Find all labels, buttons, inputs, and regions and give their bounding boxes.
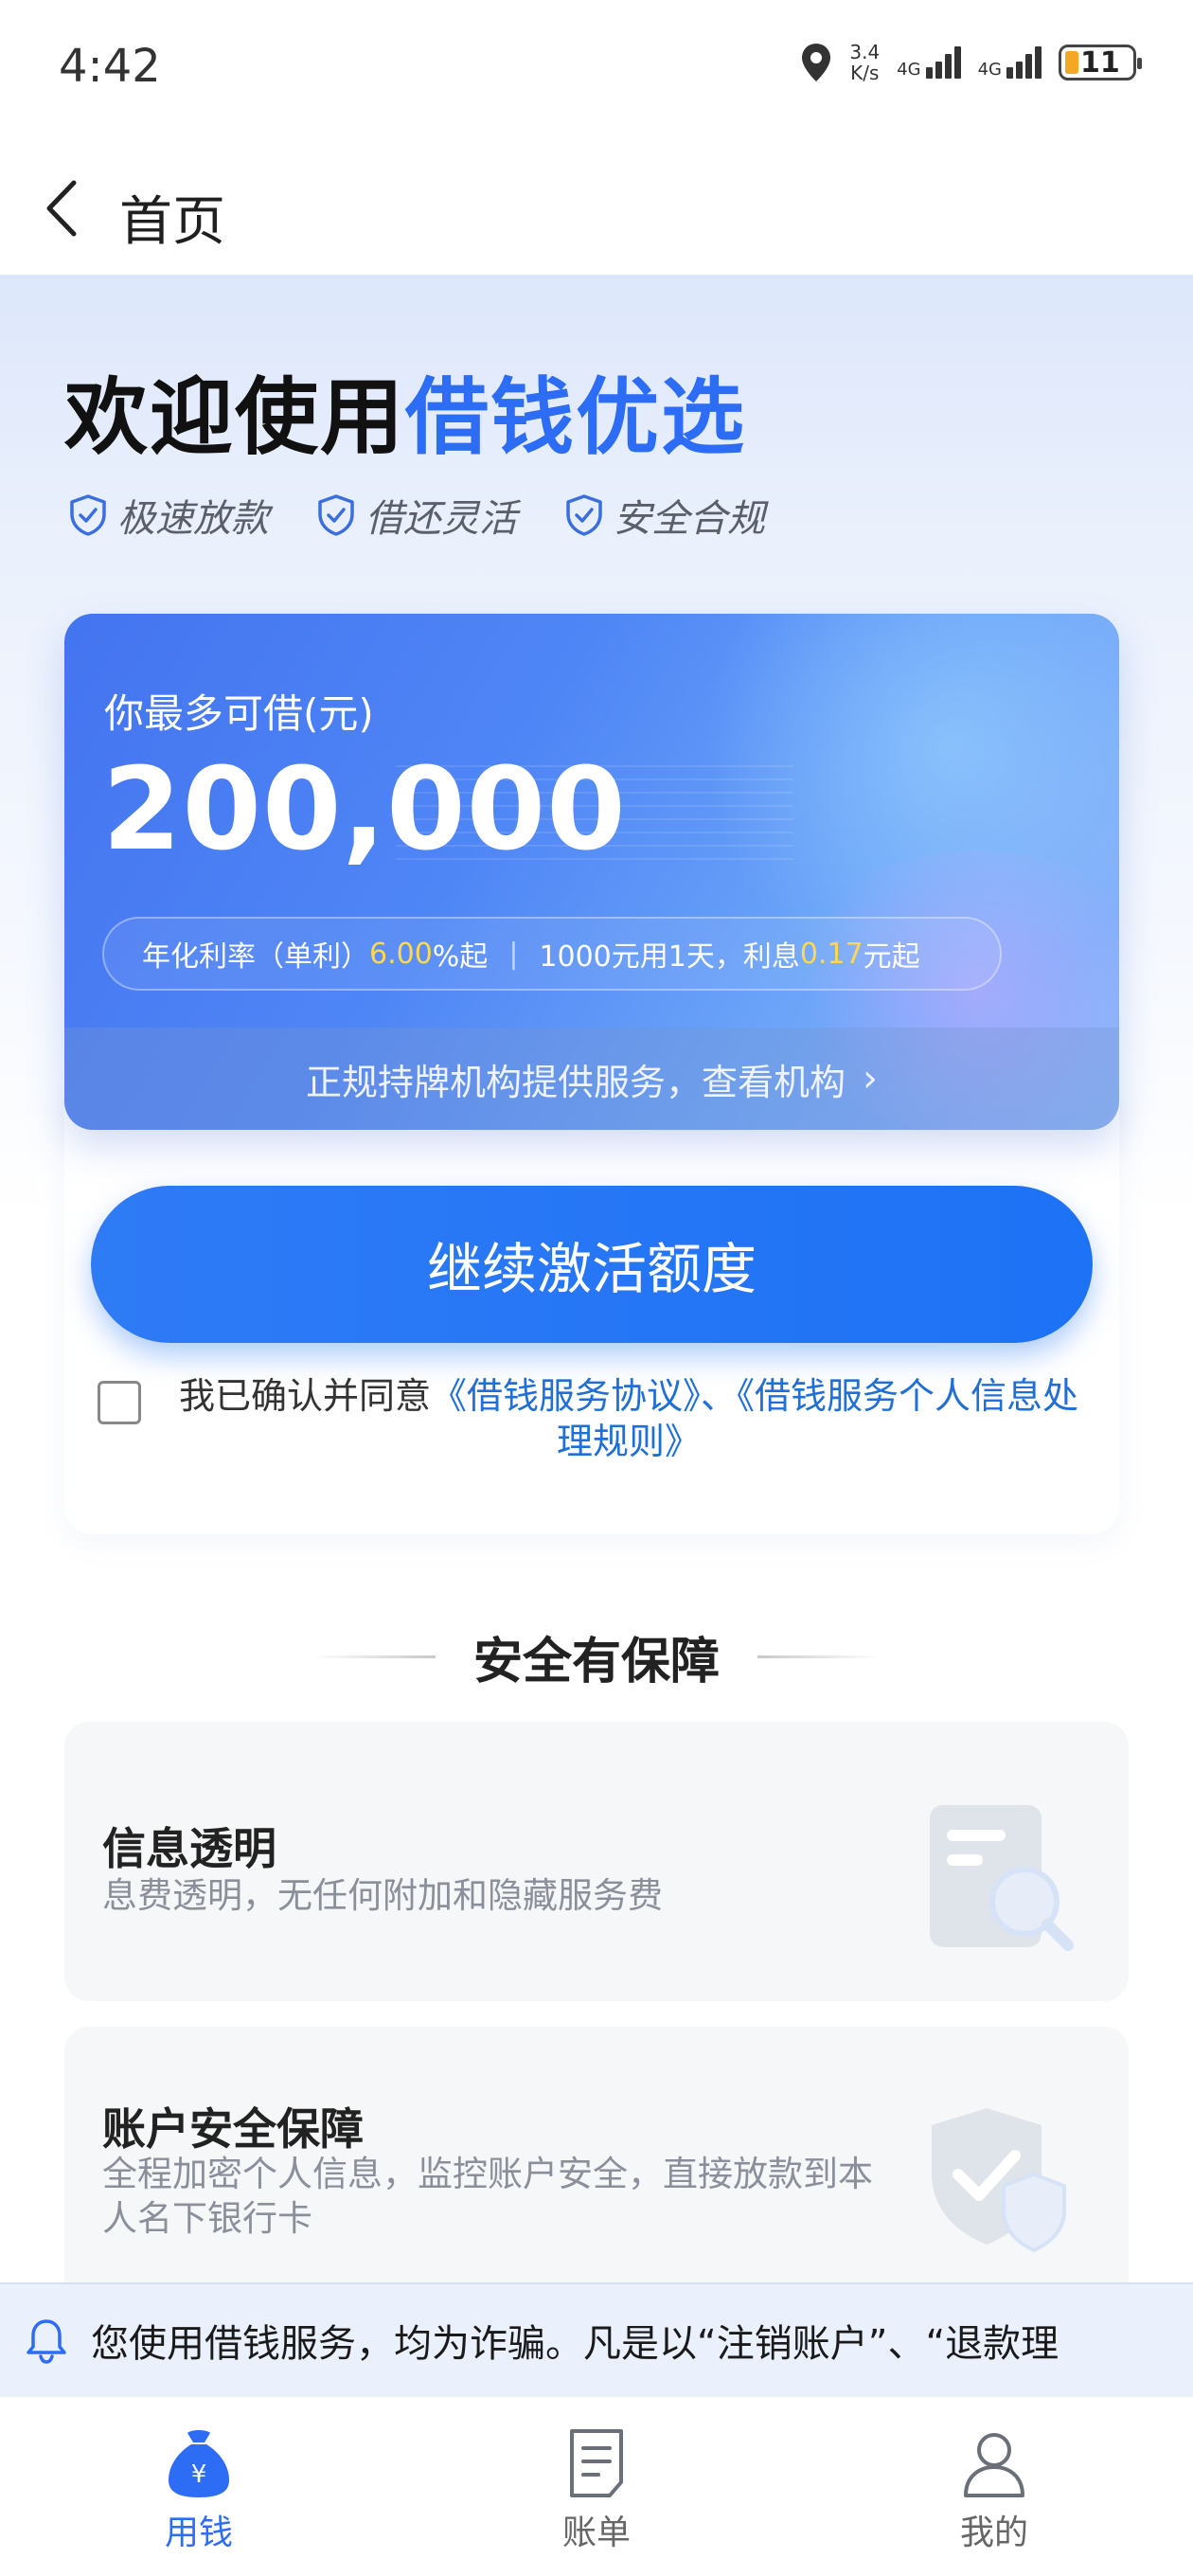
speed-unit: K/s xyxy=(850,62,880,84)
shield-check-icon xyxy=(932,2108,1066,2253)
feature-label: 安全合规 xyxy=(614,497,765,541)
security-card-desc: 全程加密个人信息，监控账户安全，直接放款到本人名下银行卡 xyxy=(102,2154,873,2239)
money-bag-icon: ¥ xyxy=(169,2430,229,2497)
tab-label: 用钱 xyxy=(164,2513,233,2552)
security-card-title: 信息透明 xyxy=(102,1823,276,1874)
rate-suffix: %起 xyxy=(432,940,489,974)
bill-icon xyxy=(570,2429,623,2497)
tab-mine[interactable]: 我的 xyxy=(852,2397,1136,2576)
institution-text: 正规持牌机构提供服务，查看机构 xyxy=(305,1061,846,1103)
agree-prefix: 我已确认并同意 xyxy=(178,1375,431,1417)
speed-value: 3.4 xyxy=(849,41,881,63)
tab-bill[interactable]: 账单 xyxy=(454,2397,739,2576)
shield-icon xyxy=(70,494,106,536)
security-title: 安全有保障 xyxy=(472,1634,720,1690)
interest-prefix: 1000元用1天，利息 xyxy=(539,940,800,974)
agree-checkbox[interactable] xyxy=(98,1381,141,1424)
shield-icon xyxy=(318,494,354,536)
interest-suffix: 元起 xyxy=(863,940,920,974)
credit-limit-card: 你最多可借(元) 200,000 年化利率（单利） 6.00 %起 | 1000元用… xyxy=(64,614,1119,1130)
service-agreement-link[interactable]: 《借钱服务协议》 xyxy=(431,1375,701,1417)
signal-icon-2: 4G xyxy=(978,46,1042,79)
welcome-prefix: 欢迎使用 xyxy=(64,368,406,466)
security-card-title: 账户安全保障 xyxy=(102,2103,364,2155)
feature-item: 极速放款 xyxy=(68,488,269,543)
agree-separator: 、 xyxy=(701,1375,738,1417)
battery-level: 11 xyxy=(1080,45,1120,80)
security-card-desc: 息费透明，无任何附加和隐藏服务费 xyxy=(102,1875,663,1916)
bottom-tab-bar: ¥ 用钱 账单 我的 xyxy=(0,2396,1193,2576)
network-type-1: 4G xyxy=(897,60,921,80)
battery-icon: 11 xyxy=(1059,45,1142,80)
feature-item: 借还灵活 xyxy=(316,488,517,543)
interest-value: 0.17 xyxy=(799,937,864,971)
rate-prefix: 年化利率（单利） xyxy=(142,940,369,974)
security-card-transparency: 信息透明 息费透明，无任何附加和隐藏服务费 xyxy=(64,1722,1129,2001)
activate-limit-button[interactable]: 继续激活额度 xyxy=(91,1186,1093,1343)
feature-label: 极速放款 xyxy=(117,497,269,541)
rate-value: 6.00 xyxy=(369,937,433,971)
tab-label: 账单 xyxy=(561,2513,631,2552)
welcome-heading: 欢迎使用借钱优选 xyxy=(64,350,746,471)
tab-use-money[interactable]: ¥ 用钱 xyxy=(57,2397,341,2576)
notice-bar[interactable]: 您使用借钱服务，均为诈骗。凡是以“注销账户”、“退款理 xyxy=(0,2282,1193,2396)
divider-line xyxy=(312,1655,436,1658)
security-card-account: 账户安全保障 全程加密个人信息，监控账户安全，直接放款到本人名下银行卡 xyxy=(64,2027,1129,2301)
back-arrow-icon[interactable] xyxy=(40,166,97,251)
network-type-2: 4G xyxy=(977,60,1002,80)
notice-text: 您使用借钱服务，均为诈骗。凡是以“注销账户”、“退款理 xyxy=(91,2322,1059,2366)
svg-text:¥: ¥ xyxy=(191,2460,207,2489)
shield-icon xyxy=(566,494,602,536)
status-icons: 3.4 K/s 4G 4G 11 xyxy=(800,42,1142,83)
security-section-header: 安全有保障 xyxy=(0,1621,1193,1692)
signal-icon: 4G xyxy=(897,46,961,80)
page-title: 首页 xyxy=(119,191,225,253)
view-institution-link[interactable]: 正规持牌机构提供服务，查看机构 › xyxy=(64,1028,1119,1130)
rate-separator: | xyxy=(508,937,519,971)
feature-label: 借还灵活 xyxy=(365,497,517,541)
credit-label: 你最多可借(元) xyxy=(104,690,374,737)
chevron-right-icon: › xyxy=(863,1057,878,1100)
feature-item: 安全合规 xyxy=(564,488,765,543)
feature-list: 极速放款 借还灵活 安全合规 xyxy=(68,488,765,543)
nav-header: 首页 xyxy=(0,137,1193,275)
location-icon xyxy=(802,44,831,81)
agreement-text: 我已确认并同意《借钱服务协议》、《借钱服务个人信息处理规则》 xyxy=(165,1373,1093,1464)
brand-name: 借钱优选 xyxy=(405,368,747,466)
tab-label: 我的 xyxy=(959,2513,1028,2552)
document-search-icon xyxy=(930,1805,1074,1951)
status-bar: 4:42 3.4 K/s 4G 4G 11 xyxy=(0,0,1193,137)
status-time: 4:42 xyxy=(59,40,161,93)
user-icon xyxy=(964,2433,1024,2497)
network-speed: 3.4 K/s xyxy=(849,42,880,83)
bell-icon xyxy=(27,2319,66,2364)
divider-line xyxy=(757,1655,881,1658)
credit-amount: 200,000 xyxy=(102,744,627,876)
rate-info-pill: 年化利率（单利） 6.00 %起 | 1000元用1天，利息 0.17 元起 xyxy=(102,917,1002,991)
